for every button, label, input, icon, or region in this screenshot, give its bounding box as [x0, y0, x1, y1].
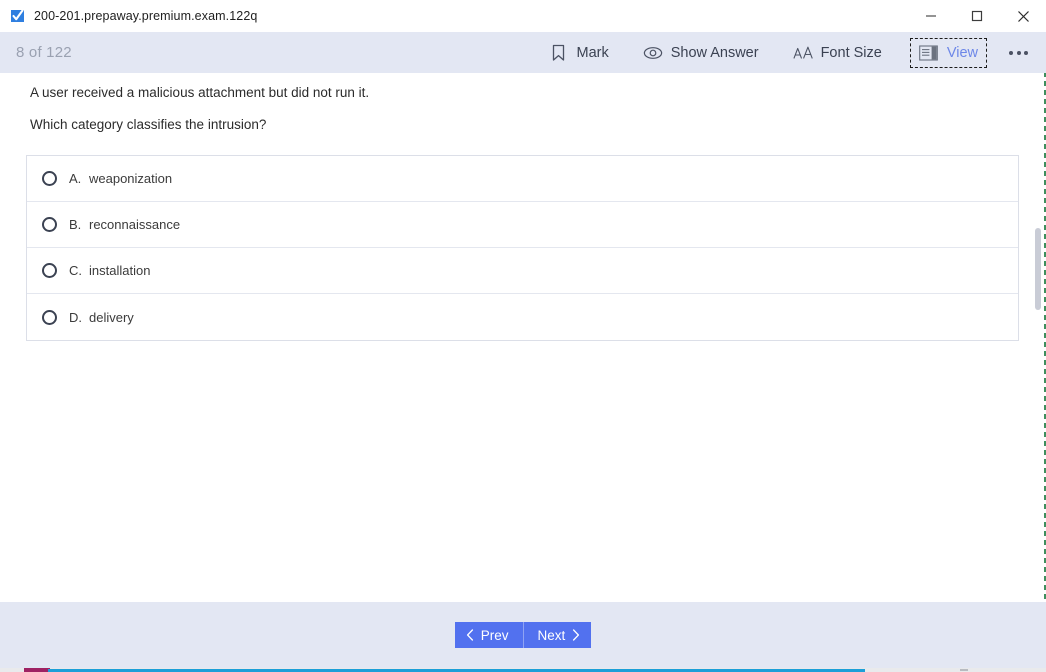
font-size-button[interactable]: Font Size [787, 39, 888, 67]
mark-button[interactable]: Mark [542, 39, 614, 67]
option-text-b: reconnaissance [89, 217, 181, 233]
show-answer-button-label: Show Answer [670, 44, 759, 61]
scrollbar-thumb[interactable] [1035, 228, 1041, 310]
nav-button-group: Prev Next [454, 622, 592, 648]
show-answer-button[interactable]: Show Answer [637, 39, 765, 67]
more-options-icon [1009, 50, 1028, 55]
question-counter: 8 of 122 [16, 44, 72, 61]
view-button[interactable]: View [909, 37, 987, 68]
next-button-label: Next [537, 627, 566, 643]
next-button[interactable]: Next [523, 622, 592, 648]
option-letter-a: A. [69, 171, 82, 187]
option-text-d: delivery [89, 309, 134, 325]
font-size-button-label: Font Size [820, 44, 882, 61]
bottom-strip-accent-magenta [24, 668, 50, 672]
question-stem-line-2: Which category classifies the intrusion? [30, 117, 267, 133]
navigation-footer: Prev Next [0, 602, 1046, 668]
minimize-icon[interactable] [908, 0, 954, 32]
radio-button-b[interactable] [42, 217, 57, 233]
answer-option-b[interactable]: B. reconnaissance [27, 202, 1018, 249]
content-scrollbar[interactable] [1032, 73, 1044, 602]
radio-button-c[interactable] [42, 263, 57, 279]
mark-button-label: Mark [576, 44, 609, 61]
chevron-right-icon [573, 629, 580, 641]
question-stem-line-1: A user received a malicious attachment b… [30, 85, 370, 100]
question-content-area: A user received a malicious attachment b… [0, 73, 1032, 602]
bookmark-icon [548, 43, 568, 63]
option-text-c: installation [89, 263, 151, 279]
exam-app-window: 200-201.prepaway.premium.exam.122q 8 of … [0, 0, 1046, 672]
font-size-icon [792, 43, 813, 63]
exam-toolbar: 8 of 122 Mark Show Answer Font Size View [0, 32, 1046, 73]
option-letter-c: C. [69, 263, 82, 279]
prev-button-label: Prev [480, 627, 509, 643]
more-options-button[interactable] [1005, 39, 1032, 67]
chevron-left-icon [466, 629, 473, 641]
answer-option-d[interactable]: D. delivery [27, 294, 1018, 340]
radio-button-a[interactable] [42, 171, 57, 187]
view-panel-icon [919, 43, 939, 63]
bottom-strip-mark-a [960, 669, 968, 671]
blue-check-icon [10, 8, 26, 24]
window-title: 200-201.prepaway.premium.exam.122q [34, 9, 258, 23]
close-icon[interactable] [1000, 0, 1046, 32]
answer-option-a[interactable]: A. weaponization [27, 156, 1018, 203]
option-letter-d: D. [69, 309, 82, 325]
option-letter-b: B. [69, 217, 82, 233]
radio-button-d[interactable] [42, 309, 57, 325]
window-titlebar: 200-201.prepaway.premium.exam.122q [0, 0, 1046, 32]
answer-option-c[interactable]: C. installation [27, 248, 1018, 295]
prev-button[interactable]: Prev [454, 622, 524, 648]
view-button-label: View [946, 44, 978, 61]
maximize-icon[interactable] [954, 0, 1000, 32]
answer-options-list: A. weaponization B. reconnaissance C. in… [26, 155, 1019, 342]
option-text-a: weaponization [89, 171, 173, 187]
eye-icon [643, 43, 663, 63]
